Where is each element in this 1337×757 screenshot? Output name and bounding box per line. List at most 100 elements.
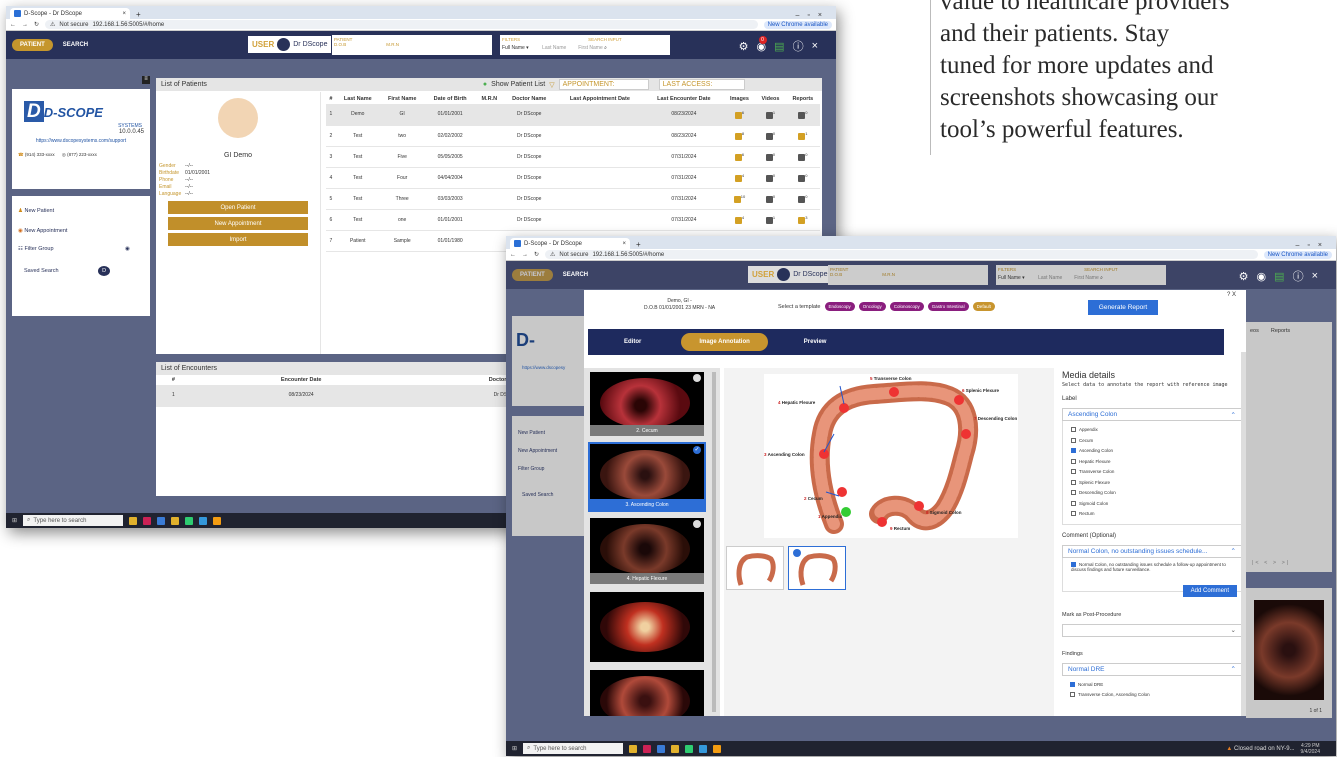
video-icon[interactable] <box>765 111 773 119</box>
filter-select[interactable]: Full Name <box>998 275 1021 281</box>
finding-option[interactable]: Normal DRE <box>1070 680 1234 690</box>
column-header[interactable]: Last Name <box>336 94 380 104</box>
close-icon[interactable]: × <box>122 11 126 17</box>
open-patient-button[interactable]: Open Patient <box>168 201 308 214</box>
table-row[interactable]: 1 Demo GI 01/01/2001 Dr DScope 08/23/2024 6 1 0 <box>326 104 820 126</box>
app-icon[interactable] <box>685 744 694 753</box>
notification-icon[interactable]: ◉ <box>1257 270 1267 283</box>
windows-start-icon[interactable]: ⊞ <box>12 517 17 524</box>
label-select[interactable]: Ascending Colon ⌃ <box>1062 408 1242 421</box>
table-row[interactable]: 5 Test Three 03/03/2003 Dr DScope 07/31/2024 1… <box>326 188 820 210</box>
thumbnail-image[interactable] <box>590 670 704 716</box>
column-header[interactable]: Images <box>724 94 756 104</box>
first-name-input[interactable]: First Name <box>1074 275 1098 281</box>
template-gastro-chip[interactable]: Gastro Intestinal <box>927 302 969 311</box>
last-name-input[interactable]: Last Name <box>1038 275 1062 281</box>
thumbnail-image[interactable] <box>590 592 704 662</box>
label-option[interactable]: Appendix <box>1071 425 1233 436</box>
new-tab-icon[interactable]: + <box>136 10 141 19</box>
column-header[interactable]: # <box>326 94 336 104</box>
chrome-update-button[interactable]: New Chrome available <box>763 20 832 29</box>
app-icon[interactable] <box>185 516 194 525</box>
app-icon[interactable] <box>143 516 152 525</box>
url-field[interactable]: ⚠ Not secure 192.168.1.56:5005/#/home <box>545 250 1258 259</box>
label-option[interactable]: Rectum <box>1071 509 1233 520</box>
image-icon[interactable] <box>733 195 741 203</box>
template-colonoscopy-chip[interactable]: Colonoscopy <box>889 302 924 311</box>
table-row[interactable]: 4 Test Four 04/04/2004 Dr DScope 07/31/2024 4 0… <box>326 167 820 189</box>
sidebar-item-new-appointment[interactable]: New Appointment <box>24 228 67 234</box>
toggle-dot-icon[interactable]: ● <box>483 81 487 88</box>
video-icon[interactable] <box>765 216 773 224</box>
marker[interactable] <box>954 395 964 405</box>
column-header[interactable]: # <box>156 375 191 385</box>
sidebar-item-new-patient[interactable]: New Patient <box>24 208 54 214</box>
unchecked-icon[interactable] <box>693 374 701 382</box>
menu-icon[interactable]: ≡ <box>142 76 150 84</box>
marker[interactable] <box>914 501 924 511</box>
folder-icon[interactable] <box>171 516 180 525</box>
checkbox[interactable] <box>1071 479 1076 485</box>
nav-search-button[interactable]: SEARCH <box>563 272 588 278</box>
pagination[interactable]: |< < > >| <box>1252 560 1332 566</box>
findings-select[interactable]: Normal DRE ⌃ <box>1062 662 1242 676</box>
marker[interactable] <box>877 517 887 527</box>
add-comment-button[interactable]: Add Comment <box>1182 584 1237 597</box>
windows-start-icon[interactable]: ⊞ <box>512 745 517 752</box>
image-icon[interactable] <box>734 216 742 224</box>
post-procedure-select[interactable]: ⌄ <box>1062 623 1242 637</box>
taskbar-search[interactable]: ⌕ Type here to search <box>23 515 124 526</box>
nav-patient-button[interactable]: PATIENT <box>512 269 553 281</box>
checkbox[interactable] <box>1071 511 1076 517</box>
sidebar-item-filter-group[interactable]: Filter Group <box>24 246 53 252</box>
modal-scrollbar[interactable] <box>1241 352 1246 716</box>
show-patient-list-toggle[interactable]: Show Patient List <box>491 81 545 88</box>
checkbox[interactable] <box>1071 448 1076 454</box>
template-default-chip[interactable]: Default <box>972 302 995 311</box>
table-row[interactable]: 2 Test two 02/02/2002 Dr DScope 08/23/2024 8 0 1 <box>326 125 820 147</box>
checkbox[interactable] <box>1071 500 1076 506</box>
sidebar-item-new-patient[interactable]: New Patient <box>518 430 586 436</box>
sidebar-item-filter-group[interactable]: Filter Group <box>518 466 586 472</box>
url-field[interactable]: ⚠ Not secure 192.168.1.56:5005/#/home <box>45 20 758 29</box>
column-header[interactable]: Videos <box>755 94 785 104</box>
filter-icon[interactable]: ▽ <box>549 81 554 89</box>
video-icon[interactable] <box>765 174 773 182</box>
column-header[interactable]: Last Encounter Date <box>644 94 723 104</box>
column-header[interactable]: M.R.N <box>476 94 503 104</box>
checkbox[interactable] <box>1071 490 1076 496</box>
reload-icon[interactable]: ↻ <box>34 21 39 28</box>
settings-gear-icon[interactable]: ⚙ <box>739 40 749 53</box>
sidebar-item-new-appointment[interactable]: New Appointment <box>518 448 586 454</box>
search-icon[interactable]: ⌕ <box>1100 275 1103 281</box>
video-icon[interactable] <box>765 132 773 140</box>
document-icon[interactable]: ▤ <box>774 40 784 53</box>
image-icon[interactable] <box>734 174 742 182</box>
checkbox[interactable] <box>1071 437 1076 443</box>
search-icon[interactable]: ⌕ <box>604 45 607 51</box>
forward-arrow-icon[interactable]: → <box>522 252 528 258</box>
app-icon[interactable] <box>657 744 666 753</box>
notification-icon[interactable]: ◉ 0 <box>757 35 767 53</box>
thumbnail-hepatic-flexure[interactable]: 4. Hepatic Flexure <box>590 518 704 584</box>
last-name-input[interactable]: Last Name <box>542 45 566 51</box>
column-header[interactable]: Encounter Date <box>191 375 412 385</box>
label-option[interactable]: Splenic Flexure <box>1071 478 1233 489</box>
image-icon[interactable] <box>734 132 742 140</box>
video-icon[interactable] <box>765 195 773 203</box>
new-tab-icon[interactable]: + <box>636 240 641 249</box>
table-row[interactable]: 6 Test one 01/01/2001 Dr DScope 07/31/2024 4 1 3 <box>326 209 820 231</box>
close-icon[interactable]: × <box>1312 270 1318 282</box>
label-option[interactable]: Hepatic Flexure <box>1071 457 1233 468</box>
import-button[interactable]: Import <box>168 233 308 246</box>
label-option[interactable]: Descending Colon <box>1071 488 1233 499</box>
window-controls[interactable]: –▫× <box>796 12 830 19</box>
sidebar-item-saved-search[interactable]: Saved Search <box>522 492 586 498</box>
image-icon[interactable] <box>734 111 742 119</box>
sidebar-item-saved-search[interactable]: Saved Search <box>24 268 59 274</box>
column-header[interactable]: Last Appointment Date <box>556 94 644 104</box>
filter-select[interactable]: Full Name <box>502 45 525 51</box>
support-link[interactable]: https://www.dscopesystems.com/support <box>12 138 150 144</box>
label-option[interactable]: Cecum <box>1071 436 1233 447</box>
app-icon[interactable] <box>157 516 166 525</box>
